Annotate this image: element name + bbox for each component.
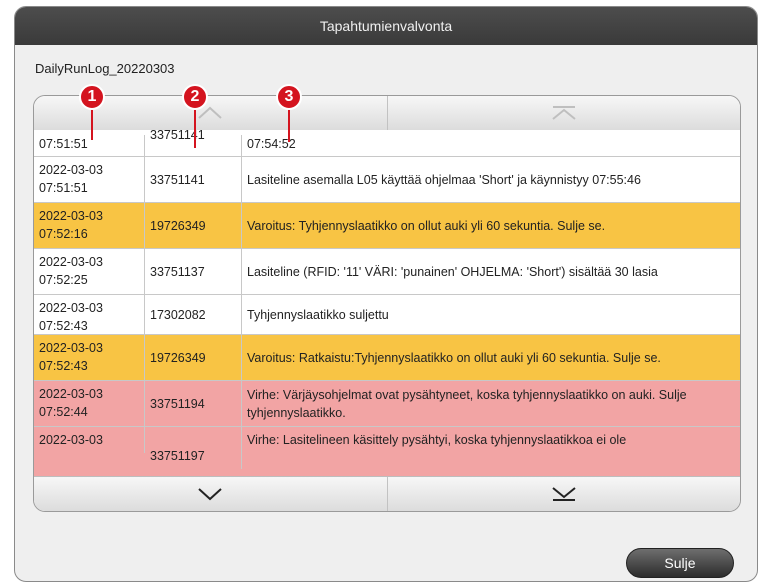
table-row[interactable]: 2022-03-03 07:52:44 33751194 Virhe: Värj… — [34, 381, 740, 427]
chevron-down-icon — [198, 488, 222, 501]
callout-marker: 3 — [276, 84, 302, 110]
event-time: 2022-03-03 07:51:51 — [34, 157, 145, 202]
event-time: 2022-03-03 07:52:43 — [34, 335, 145, 380]
event-code: 19726349 — [145, 203, 242, 248]
event-code: 33751194 — [145, 381, 242, 426]
event-code: 33751141 — [145, 157, 242, 202]
callout-line — [194, 108, 196, 148]
event-message: Lasiteline (RFID: '11' VÄRI: 'punainen' … — [247, 264, 658, 279]
scroll-to-top-icon — [552, 106, 576, 120]
dialog-title-bar: Tapahtumienvalvonta — [15, 7, 757, 45]
table-row[interactable]: 2022-03-03 07:52:25 33751137 Lasiteline … — [34, 249, 740, 295]
event-time: 2022-03-03 — [34, 427, 145, 453]
dialog-title: Tapahtumienvalvonta — [319, 18, 453, 34]
event-message: Tyhjennyslaatikko suljettu — [247, 307, 389, 322]
table-row[interactable]: 2022-03-03 07:52:43 17302082 Tyhjennysla… — [34, 295, 740, 335]
table-row[interactable]: 2022-03-03 07:52:16 19726349 Varoitus: T… — [34, 203, 740, 249]
event-code: 33751197 — [145, 427, 242, 469]
event-time: 2022-03-03 07:52:25 — [34, 249, 145, 294]
scroll-to-bottom-icon — [552, 487, 576, 501]
callout-marker: 2 — [182, 84, 208, 110]
bottom-scroll-bar — [34, 476, 740, 511]
event-time: 2022-03-03 07:52:44 — [34, 381, 145, 426]
event-message: Varoitus: Ratkaistu:Tyhjennyslaatikko on… — [247, 350, 661, 365]
event-time: 07:51:51 — [34, 135, 145, 156]
callout-line — [91, 108, 93, 140]
event-time: 2022-03-03 07:52:43 — [34, 295, 145, 334]
log-file-name: DailyRunLog_20220303 — [35, 61, 175, 76]
table-row[interactable]: 2022-03-03 33751197 Virhe: Lasitelineen … — [34, 427, 740, 477]
event-code: 33751137 — [145, 249, 242, 294]
event-list[interactable]: 07:51:51 33751141 07:54:52 2022-03-03 07… — [34, 130, 740, 477]
event-code: 17302082 — [145, 295, 242, 334]
event-log-dialog: Tapahtumienvalvonta DailyRunLog_20220303… — [14, 6, 758, 582]
close-button[interactable]: Sulje — [626, 548, 734, 578]
event-message: Lasiteline asemalla L05 käyttää ohjelmaa… — [247, 172, 641, 187]
event-time: 2022-03-03 07:52:16 — [34, 203, 145, 248]
event-code: 19726349 — [145, 335, 242, 380]
event-log-panel: 07:51:51 33751141 07:54:52 2022-03-03 07… — [33, 95, 741, 512]
event-message: Virhe: Lasitelineen käsittely pysähtyi, … — [247, 433, 627, 447]
event-message: Varoitus: Tyhjennyslaatikko on ollut auk… — [247, 218, 606, 233]
scroll-to-bottom-button[interactable] — [386, 477, 741, 511]
scroll-down-button[interactable] — [34, 477, 387, 511]
table-row[interactable]: 2022-03-03 07:51:51 33751141 Lasiteline … — [34, 157, 740, 203]
callout-marker: 1 — [79, 84, 105, 110]
scroll-to-top-button[interactable] — [386, 96, 741, 130]
table-row[interactable]: 2022-03-03 07:52:43 19726349 Varoitus: R… — [34, 335, 740, 381]
callout-line — [288, 108, 290, 142]
top-scroll-bar — [34, 96, 740, 131]
event-message: 07:54:52 — [247, 137, 296, 151]
table-row[interactable]: 07:51:51 33751141 07:54:52 — [34, 130, 740, 157]
event-message: Virhe: Värjäysohjelmat ovat pysähtyneet,… — [247, 387, 687, 420]
